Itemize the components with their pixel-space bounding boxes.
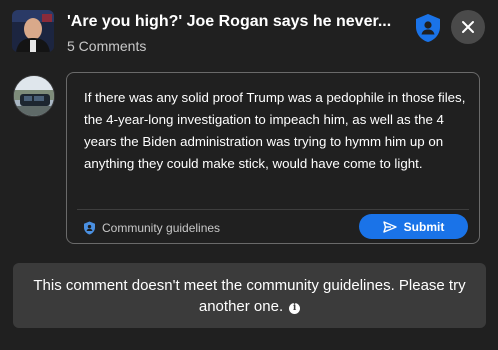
comment-input[interactable]: If there was any solid proof Trump was a… [84,87,470,175]
shield-icon [84,221,95,235]
guidelines-label: Community guidelines [102,221,221,235]
error-text: This comment doesn't meet the community … [33,277,466,315]
close-button[interactable] [451,10,485,44]
user-avatar [13,75,55,117]
close-icon [462,21,474,33]
composer-divider [77,209,469,210]
guidelines-error-message: This comment doesn't meet the community … [13,263,486,328]
shield-person-icon[interactable] [414,13,442,43]
send-icon [382,220,397,233]
submit-label: Submit [403,219,445,234]
article-title[interactable]: 'Are you high?' Joe Rogan says he never.… [67,13,397,31]
submit-button[interactable]: Submit [359,214,468,239]
community-guidelines-link[interactable]: Community guidelines [83,219,220,237]
comments-header: 'Are you high?' Joe Rogan says he never.… [0,0,498,66]
comments-count: 5 Comments [67,38,147,54]
article-thumbnail[interactable] [12,10,54,52]
info-icon[interactable]: i [289,303,301,314]
comment-composer[interactable]: If there was any solid proof Trump was a… [66,72,480,244]
